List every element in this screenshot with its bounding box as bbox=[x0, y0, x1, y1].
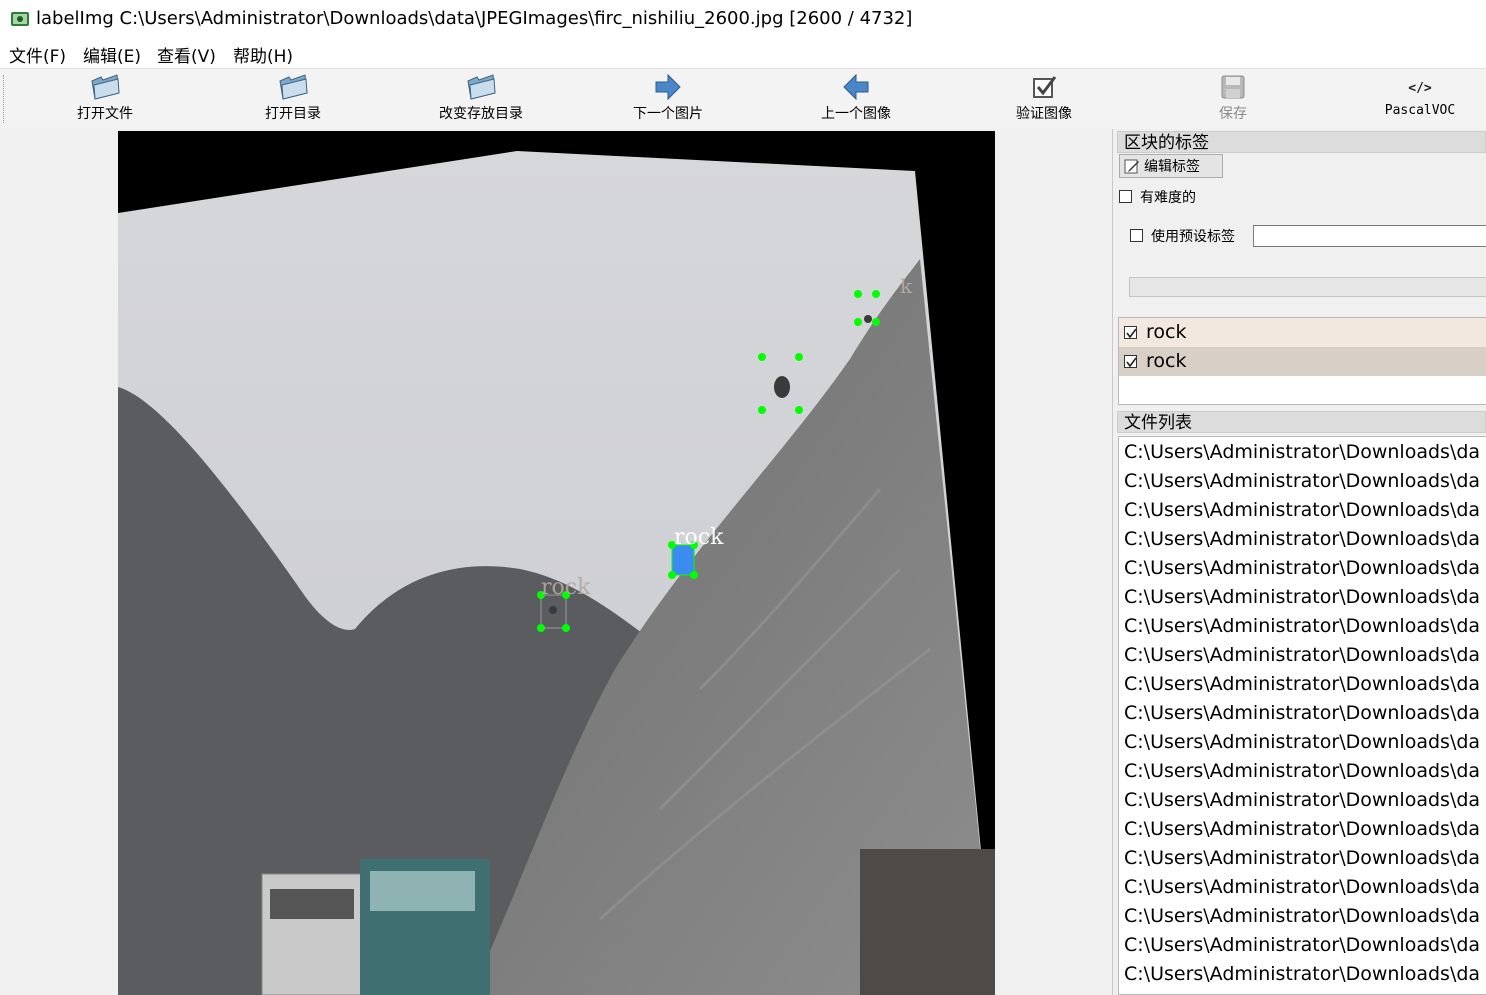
label-combo-bar[interactable] bbox=[1129, 277, 1486, 297]
file-list-item[interactable]: C:\Users\Administrator\Downloads\da bbox=[1124, 847, 1480, 876]
prev-image-button[interactable]: 上一个图像 bbox=[796, 71, 916, 127]
file-list-item[interactable]: C:\Users\Administrator\Downloads\da bbox=[1124, 702, 1480, 731]
file-list-item[interactable]: C:\Users\Administrator\Downloads\da bbox=[1124, 673, 1480, 702]
bbox-handle[interactable] bbox=[872, 290, 880, 298]
code-format-icon: </> bbox=[1408, 81, 1432, 96]
file-list-item[interactable]: C:\Users\Administrator\Downloads\da bbox=[1124, 760, 1480, 789]
toolbar: 打开文件 打开目录 改变存放目录 下一个图片 上一个图像 验证图像 保存 </>… bbox=[0, 68, 1486, 130]
bbox-handle[interactable] bbox=[795, 406, 803, 414]
edit-label-button[interactable]: 编辑标签 bbox=[1119, 154, 1223, 178]
label-list-item[interactable]: rock bbox=[1119, 318, 1486, 347]
right-dock: 区块的标签 编辑标签 有难度的 使用预设标签 rock rock 文件列表 C:… bbox=[1113, 129, 1486, 995]
labelimg-app-icon bbox=[11, 12, 29, 26]
verify-image-label: 验证图像 bbox=[1016, 106, 1072, 122]
prev-image-label: 上一个图像 bbox=[821, 106, 891, 122]
open-file-label: 打开文件 bbox=[77, 106, 133, 122]
bbox-handle[interactable] bbox=[854, 290, 862, 298]
default-label-input[interactable] bbox=[1253, 225, 1486, 247]
pencil-icon bbox=[1124, 159, 1139, 174]
file-list-item[interactable]: C:\Users\Administrator\Downloads\da bbox=[1124, 499, 1480, 528]
bbox-handle[interactable] bbox=[668, 571, 676, 579]
bbox-handle[interactable] bbox=[854, 318, 862, 326]
arrow-right-icon bbox=[655, 73, 681, 101]
menu-help[interactable]: 帮助(H) bbox=[233, 42, 293, 67]
menu-bar: 文件(F) 编辑(E) 查看(V) 帮助(H) bbox=[0, 38, 1486, 68]
difficult-checkbox[interactable] bbox=[1119, 190, 1132, 203]
bbox-handle[interactable] bbox=[795, 353, 803, 361]
next-image-label: 下一个图片 bbox=[633, 106, 703, 122]
bbox-handle[interactable] bbox=[562, 624, 570, 632]
format-label: PascalVOC bbox=[1384, 103, 1456, 118]
label-visibility-checkbox[interactable] bbox=[1124, 355, 1137, 368]
image-canvas[interactable]: rock rock k bbox=[0, 129, 1113, 995]
label-item-text: rock bbox=[1146, 321, 1187, 343]
open-dir-label: 打开目录 bbox=[265, 106, 321, 122]
bbox-handle[interactable] bbox=[758, 406, 766, 414]
open-file-button[interactable]: 打开文件 bbox=[45, 71, 165, 127]
file-list-title: 文件列表 bbox=[1117, 411, 1486, 433]
save-label: 保存 bbox=[1219, 106, 1247, 122]
check-mark-icon bbox=[1126, 357, 1137, 368]
arrow-left-icon bbox=[843, 73, 869, 101]
use-default-label-checkbox[interactable] bbox=[1130, 229, 1143, 242]
file-list-item[interactable]: C:\Users\Administrator\Downloads\da bbox=[1124, 586, 1480, 615]
file-list-item[interactable]: C:\Users\Administrator\Downloads\da bbox=[1124, 818, 1480, 847]
file-list-item[interactable]: C:\Users\Administrator\Downloads\da bbox=[1124, 441, 1480, 470]
open-dir-button[interactable]: 打开目录 bbox=[233, 71, 353, 127]
menu-edit[interactable]: 编辑(E) bbox=[83, 42, 141, 67]
canvas-svg: rock rock k bbox=[118, 131, 995, 995]
file-list[interactable]: C:\Users\Administrator\Downloads\da C:\U… bbox=[1118, 436, 1486, 995]
box-labels-title: 区块的标签 bbox=[1117, 131, 1486, 153]
use-default-label-text: 使用预设标签 bbox=[1151, 229, 1235, 245]
file-list-item[interactable]: C:\Users\Administrator\Downloads\da bbox=[1124, 644, 1480, 673]
svg-text:</>: </> bbox=[1408, 81, 1432, 96]
folder-open-icon bbox=[467, 74, 496, 100]
file-list-item[interactable]: C:\Users\Administrator\Downloads\da bbox=[1124, 876, 1480, 905]
file-list-item[interactable]: C:\Users\Administrator\Downloads\da bbox=[1124, 557, 1480, 586]
bbox-handle[interactable] bbox=[537, 624, 545, 632]
bbox-label: k bbox=[900, 274, 913, 298]
floppy-disk-icon bbox=[1221, 75, 1245, 99]
bbox-label: rock bbox=[541, 575, 591, 600]
next-image-button[interactable]: 下一个图片 bbox=[608, 71, 728, 127]
bbox-handle[interactable] bbox=[758, 353, 766, 361]
edit-label-text: 编辑标签 bbox=[1144, 159, 1200, 175]
label-list[interactable]: rock rock bbox=[1118, 317, 1486, 405]
file-list-item[interactable]: C:\Users\Administrator\Downloads\da bbox=[1124, 528, 1480, 557]
label-item-text: rock bbox=[1146, 350, 1187, 372]
menu-view[interactable]: 查看(V) bbox=[157, 42, 216, 67]
save-button[interactable]: 保存 bbox=[1173, 71, 1293, 127]
title-bar: labelImg C:\Users\Administrator\Download… bbox=[0, 0, 1486, 38]
bbox-label-selected: rock bbox=[674, 525, 724, 550]
file-list-item[interactable]: C:\Users\Administrator\Downloads\da bbox=[1124, 731, 1480, 760]
difficult-label: 有难度的 bbox=[1140, 190, 1196, 206]
checkbox-verify-icon bbox=[1033, 76, 1057, 98]
file-list-item[interactable]: C:\Users\Administrator\Downloads\da bbox=[1124, 615, 1480, 644]
check-mark-icon bbox=[1126, 328, 1137, 339]
format-toggle-button[interactable]: </> PascalVOC bbox=[1360, 71, 1480, 127]
bbox-handle[interactable] bbox=[872, 318, 880, 326]
label-list-item[interactable]: rock bbox=[1119, 347, 1486, 376]
file-list-item[interactable]: C:\Users\Administrator\Downloads\da bbox=[1124, 789, 1480, 818]
verify-image-button[interactable]: 验证图像 bbox=[984, 71, 1104, 127]
window-title: labelImg C:\Users\Administrator\Download… bbox=[36, 8, 913, 29]
file-list-item[interactable]: C:\Users\Administrator\Downloads\da bbox=[1124, 934, 1480, 963]
bbox-handle[interactable] bbox=[690, 571, 698, 579]
folder-open-icon bbox=[91, 74, 120, 100]
file-list-item[interactable]: C:\Users\Administrator\Downloads\da bbox=[1124, 963, 1480, 992]
label-visibility-checkbox[interactable] bbox=[1124, 326, 1137, 339]
change-save-dir-button[interactable]: 改变存放目录 bbox=[421, 71, 541, 127]
file-list-item[interactable]: C:\Users\Administrator\Downloads\da bbox=[1124, 905, 1480, 934]
menu-file[interactable]: 文件(F) bbox=[9, 42, 66, 67]
file-list-item[interactable]: C:\Users\Administrator\Downloads\da bbox=[1124, 470, 1480, 499]
toolbar-grip[interactable] bbox=[3, 75, 6, 123]
change-save-dir-label: 改变存放目录 bbox=[439, 106, 523, 122]
folder-open-icon bbox=[279, 74, 308, 100]
